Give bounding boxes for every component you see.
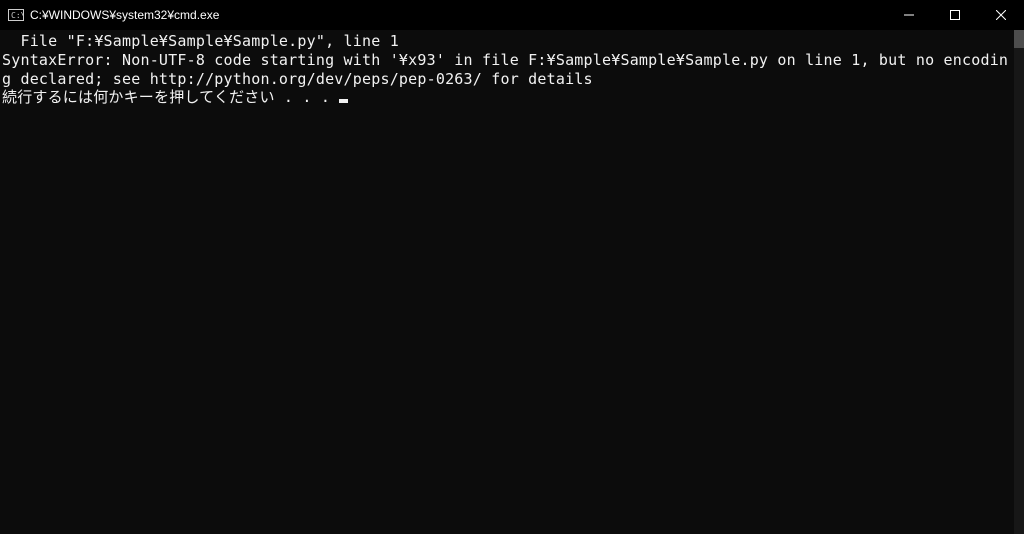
cmd-icon: C:\ bbox=[8, 9, 24, 21]
terminal-line: SyntaxError: Non-UTF-8 code starting wit… bbox=[2, 51, 1014, 89]
close-icon bbox=[996, 10, 1006, 20]
vertical-scrollbar[interactable] bbox=[1014, 30, 1024, 534]
maximize-icon bbox=[950, 10, 960, 20]
maximize-button[interactable] bbox=[932, 0, 978, 30]
window-titlebar[interactable]: C:\ C:¥WINDOWS¥system32¥cmd.exe bbox=[0, 0, 1024, 30]
minimize-icon bbox=[904, 10, 914, 20]
scrollbar-thumb[interactable] bbox=[1014, 30, 1024, 48]
terminal-line: File "F:¥Sample¥Sample¥Sample.py", line … bbox=[2, 32, 1014, 51]
minimize-button[interactable] bbox=[886, 0, 932, 30]
text-cursor bbox=[339, 99, 348, 103]
svg-text:C:\: C:\ bbox=[11, 11, 24, 20]
close-button[interactable] bbox=[978, 0, 1024, 30]
window-title: C:¥WINDOWS¥system32¥cmd.exe bbox=[30, 8, 219, 22]
window-controls bbox=[886, 0, 1024, 30]
terminal-container: File "F:¥Sample¥Sample¥Sample.py", line … bbox=[0, 30, 1024, 534]
terminal-line: 続行するには何かキーを押してください . . . bbox=[2, 88, 1014, 107]
terminal-output[interactable]: File "F:¥Sample¥Sample¥Sample.py", line … bbox=[0, 30, 1014, 534]
